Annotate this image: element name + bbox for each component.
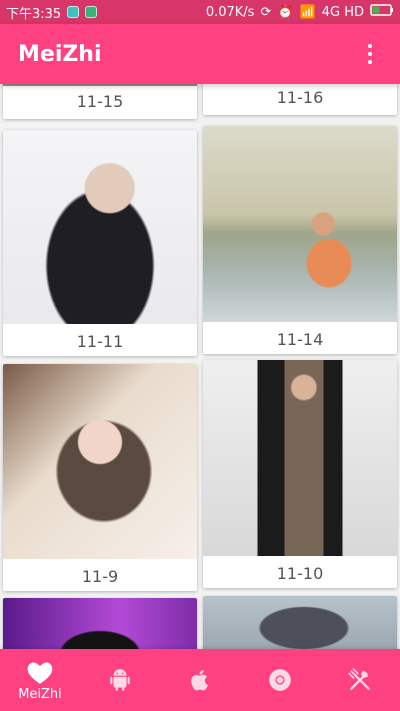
notification-icon — [85, 6, 98, 18]
heart-icon — [27, 662, 53, 684]
photo-card[interactable]: 11-15 — [3, 84, 197, 119]
battery-icon — [370, 4, 394, 20]
photo-thumbnail — [203, 596, 397, 649]
photo-date-caption: 11-16 — [276, 88, 324, 107]
sync-icon: ⟳ — [260, 4, 272, 20]
nav-item-meizhi[interactable]: MeiZhi — [5, 649, 75, 711]
android-icon — [110, 669, 130, 691]
photo-date-caption: 11-9 — [81, 567, 119, 586]
photo-thumbnail — [203, 360, 397, 556]
nav-item-apple[interactable] — [165, 649, 235, 711]
fork-knife-icon — [348, 668, 370, 690]
nav-item-android[interactable] — [85, 649, 155, 711]
signal-icon: 📶 — [299, 4, 316, 20]
photo-thumbnail — [3, 84, 197, 86]
photo-date-caption: 11-15 — [76, 92, 124, 111]
photo-date-caption: 11-11 — [76, 332, 124, 351]
photo-thumbnail — [203, 126, 397, 322]
network-type: 4G HD — [321, 4, 364, 20]
photo-thumbnail — [3, 130, 197, 324]
alarm-icon: ⏰ — [277, 4, 294, 20]
apple-icon — [191, 670, 208, 691]
notification-icon — [67, 6, 80, 18]
nav-item-label: MeiZhi — [18, 686, 62, 702]
photo-card[interactable]: 11-9 — [3, 364, 197, 591]
status-bar: 下午3:35 0.07K/s ⟳ ⏰ 📶 4G HD — [0, 0, 400, 24]
net-speed: 0.07K/s — [205, 4, 255, 20]
chrome-icon — [269, 669, 291, 691]
overflow-menu-icon[interactable] — [358, 42, 382, 66]
app-title: MeiZhi — [18, 41, 102, 67]
bottom-navigation: MeiZhi — [0, 649, 400, 711]
photo-card[interactable]: 11-11 — [3, 130, 197, 356]
photo-card[interactable]: 11-16 — [203, 84, 397, 115]
photo-card[interactable] — [3, 598, 197, 649]
photo-card[interactable]: 11-14 — [203, 126, 397, 354]
photo-card[interactable] — [203, 596, 397, 649]
photo-thumbnail — [3, 598, 197, 649]
photo-thumbnail — [3, 364, 197, 559]
photo-grid[interactable]: 11-15 11-16 11-11 11-14 11-9 11-10 — [0, 84, 400, 649]
nav-item-chrome[interactable] — [245, 649, 315, 711]
status-time: 下午3:35 — [6, 6, 62, 22]
nav-item-food[interactable] — [325, 649, 395, 711]
photo-date-caption: 11-14 — [276, 330, 324, 349]
photo-date-caption: 11-10 — [276, 564, 324, 583]
app-toolbar: MeiZhi — [0, 24, 400, 84]
photo-card[interactable]: 11-10 — [203, 360, 397, 588]
